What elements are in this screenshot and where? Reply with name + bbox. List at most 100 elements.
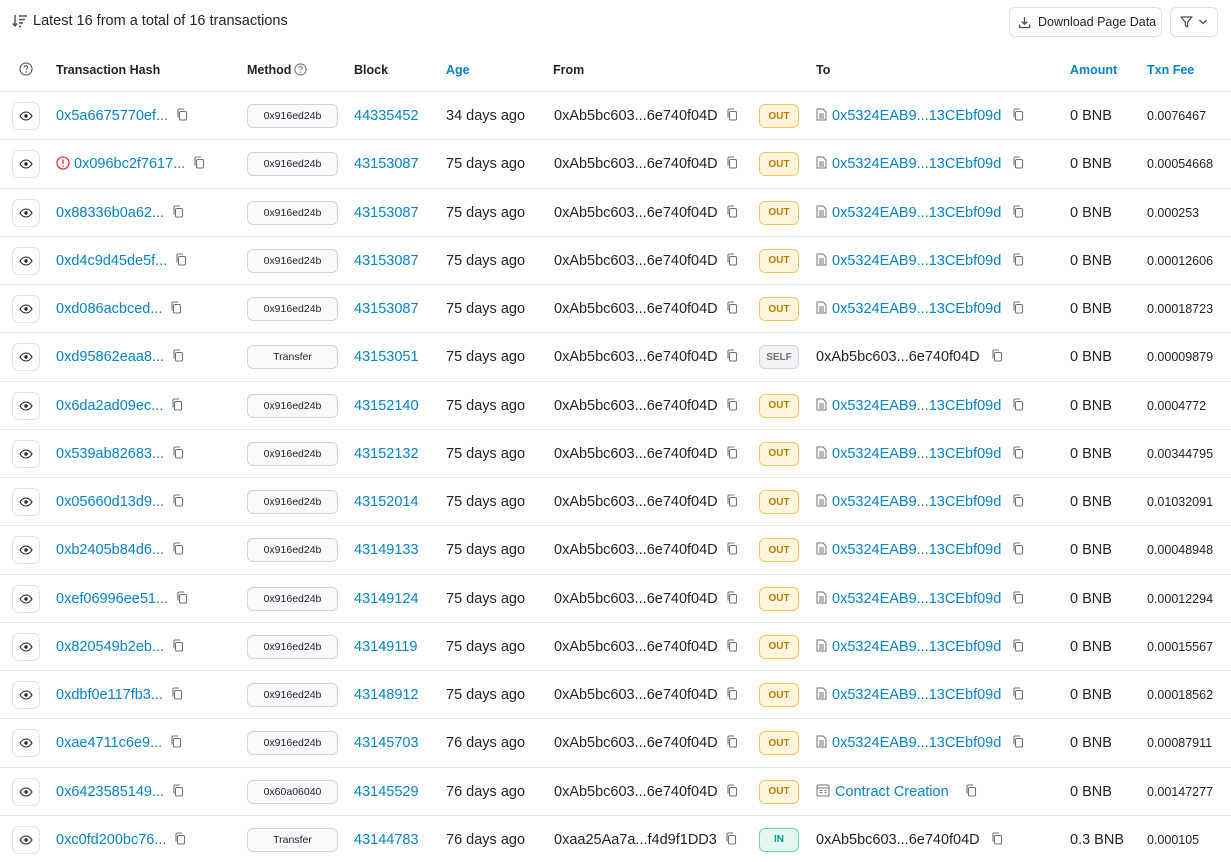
copy-icon[interactable]: [726, 494, 738, 510]
block-number-link[interactable]: 43145529: [354, 784, 419, 800]
copy-icon[interactable]: [1012, 108, 1024, 124]
copy-icon[interactable]: [175, 253, 187, 269]
transaction-hash-link[interactable]: 0xef06996ee51...: [56, 591, 168, 607]
to-address-link[interactable]: 0x5324EAB9...13CEbf09d: [832, 687, 1001, 703]
column-amount-toggle[interactable]: Amount: [1070, 63, 1117, 77]
block-number-link[interactable]: 43152140: [354, 398, 419, 414]
block-number-link[interactable]: 43153087: [354, 156, 419, 172]
copy-icon[interactable]: [174, 832, 186, 848]
block-number-link[interactable]: 43152132: [354, 446, 419, 462]
copy-icon[interactable]: [1012, 397, 1024, 414]
copy-icon[interactable]: [726, 735, 738, 751]
column-txn-fee-toggle[interactable]: Txn Fee: [1147, 63, 1194, 77]
copy-icon[interactable]: [1012, 204, 1024, 221]
block-number-link[interactable]: 43149119: [354, 639, 417, 655]
copy-icon[interactable]: [1012, 735, 1024, 751]
transaction-hash-link[interactable]: 0x6423585149...: [56, 784, 164, 800]
copy-icon[interactable]: [991, 349, 1003, 365]
copy-icon[interactable]: [1012, 687, 1024, 703]
block-number-link[interactable]: 43153087: [354, 205, 419, 221]
view-details-eye-icon[interactable]: [12, 536, 40, 565]
copy-icon[interactable]: [726, 204, 738, 221]
view-details-eye-icon[interactable]: [12, 681, 40, 709]
view-details-eye-icon[interactable]: [12, 150, 40, 179]
transaction-hash-link[interactable]: 0xdbf0e117fb3...: [56, 687, 163, 703]
view-details-eye-icon[interactable]: [12, 102, 40, 130]
view-details-eye-icon[interactable]: [12, 632, 40, 661]
block-number-link[interactable]: 43145703: [354, 735, 419, 751]
block-number-link[interactable]: 43149124: [354, 591, 419, 607]
transaction-hash-link[interactable]: 0x096bc2f7617...: [74, 156, 185, 172]
block-number-link[interactable]: 43153051: [354, 349, 419, 365]
copy-icon[interactable]: [1012, 253, 1024, 269]
copy-icon[interactable]: [172, 204, 184, 221]
transaction-hash-link[interactable]: 0xd4c9d45de5f...: [56, 253, 167, 269]
to-address-link[interactable]: 0x5324EAB9...13CEbf09d: [832, 398, 1001, 414]
view-details-eye-icon[interactable]: [12, 295, 40, 323]
filter-dropdown-button[interactable]: [1170, 7, 1218, 37]
block-number-link[interactable]: 43148912: [354, 687, 419, 703]
from-address[interactable]: 0xaa25Aa7a...f4d9f1DD3: [554, 832, 717, 848]
block-number-link[interactable]: 43153087: [354, 301, 419, 317]
copy-icon[interactable]: [726, 590, 738, 607]
copy-icon[interactable]: [171, 687, 183, 703]
transaction-hash-link[interactable]: 0xb2405b84d6...: [56, 542, 164, 558]
block-number-link[interactable]: 43153087: [354, 253, 419, 269]
download-page-data-button[interactable]: Download Page Data: [1009, 7, 1162, 37]
copy-icon[interactable]: [965, 783, 977, 800]
transaction-hash-link[interactable]: 0x820549b2eb...: [56, 639, 164, 655]
transaction-hash-link[interactable]: 0xc0fd200bc76...: [56, 832, 166, 848]
copy-icon[interactable]: [1012, 494, 1024, 510]
view-details-eye-icon[interactable]: [12, 729, 40, 758]
copy-icon[interactable]: [1012, 446, 1024, 462]
copy-icon[interactable]: [172, 542, 184, 558]
to-address-link[interactable]: 0x5324EAB9...13CEbf09d: [832, 542, 1001, 558]
transaction-hash-link[interactable]: 0xd95862eaa8...: [56, 349, 164, 365]
transaction-hash-link[interactable]: 0x6da2ad09ec...: [56, 398, 163, 414]
to-address-link[interactable]: 0x5324EAB9...13CEbf09d: [832, 591, 1001, 607]
column-age-toggle[interactable]: Age: [446, 63, 470, 77]
transaction-hash-link[interactable]: 0x539ab82683...: [56, 446, 164, 462]
copy-icon[interactable]: [725, 832, 737, 848]
view-details-eye-icon[interactable]: [12, 391, 40, 420]
copy-icon[interactable]: [726, 397, 738, 414]
to-address-link[interactable]: 0x5324EAB9...13CEbf09d: [832, 253, 1001, 269]
copy-icon[interactable]: [176, 590, 188, 607]
to-address-link[interactable]: 0x5324EAB9...13CEbf09d: [832, 205, 1001, 221]
copy-icon[interactable]: [171, 397, 183, 414]
copy-icon[interactable]: [172, 349, 184, 365]
contract-creation-link[interactable]: Contract Creation: [835, 784, 949, 800]
view-details-eye-icon[interactable]: [12, 584, 40, 613]
copy-icon[interactable]: [1012, 542, 1024, 558]
copy-icon[interactable]: [726, 542, 738, 558]
copy-icon[interactable]: [726, 156, 738, 172]
to-address-link[interactable]: 0x5324EAB9...13CEbf09d: [832, 301, 1001, 317]
transaction-hash-link[interactable]: 0xd086acbced...: [56, 301, 162, 317]
copy-icon[interactable]: [170, 735, 182, 751]
view-details-eye-icon[interactable]: [12, 246, 40, 275]
copy-icon[interactable]: [172, 639, 184, 655]
method-help-icon[interactable]: [294, 63, 308, 76]
copy-icon[interactable]: [726, 783, 738, 800]
transaction-hash-link[interactable]: 0x5a6675770ef...: [56, 108, 168, 124]
copy-icon[interactable]: [1012, 301, 1024, 317]
copy-icon[interactable]: [726, 301, 738, 317]
view-details-eye-icon[interactable]: [12, 488, 40, 516]
block-number-link[interactable]: 44335452: [354, 108, 419, 124]
copy-icon[interactable]: [726, 446, 738, 462]
to-address-link[interactable]: 0x5324EAB9...13CEbf09d: [832, 156, 1001, 172]
block-number-link[interactable]: 43144783: [354, 832, 419, 848]
view-details-eye-icon[interactable]: [12, 198, 40, 227]
copy-icon[interactable]: [170, 301, 182, 317]
transaction-hash-link[interactable]: 0x88336b0a62...: [56, 205, 164, 221]
copy-icon[interactable]: [172, 446, 184, 462]
help-icon[interactable]: [19, 62, 33, 79]
to-address-link[interactable]: 0x5324EAB9...13CEbf09d: [832, 494, 1001, 510]
copy-icon[interactable]: [176, 108, 188, 124]
copy-icon[interactable]: [726, 253, 738, 269]
copy-icon[interactable]: [726, 687, 738, 703]
to-address-link[interactable]: 0x5324EAB9...13CEbf09d: [832, 108, 1001, 124]
block-number-link[interactable]: 43152014: [354, 494, 419, 510]
copy-icon[interactable]: [172, 783, 184, 800]
to-address-link[interactable]: 0x5324EAB9...13CEbf09d: [832, 446, 1001, 462]
